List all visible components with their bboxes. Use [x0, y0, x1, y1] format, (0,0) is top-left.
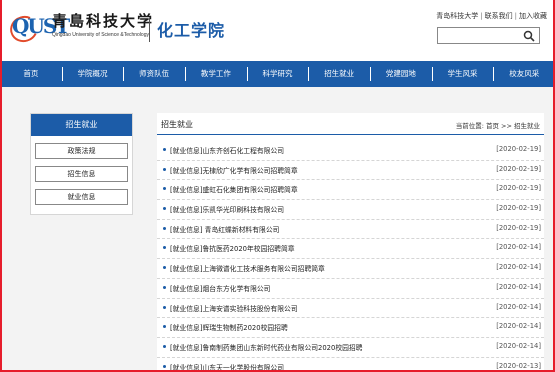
- window-frame: [0, 0, 555, 372]
